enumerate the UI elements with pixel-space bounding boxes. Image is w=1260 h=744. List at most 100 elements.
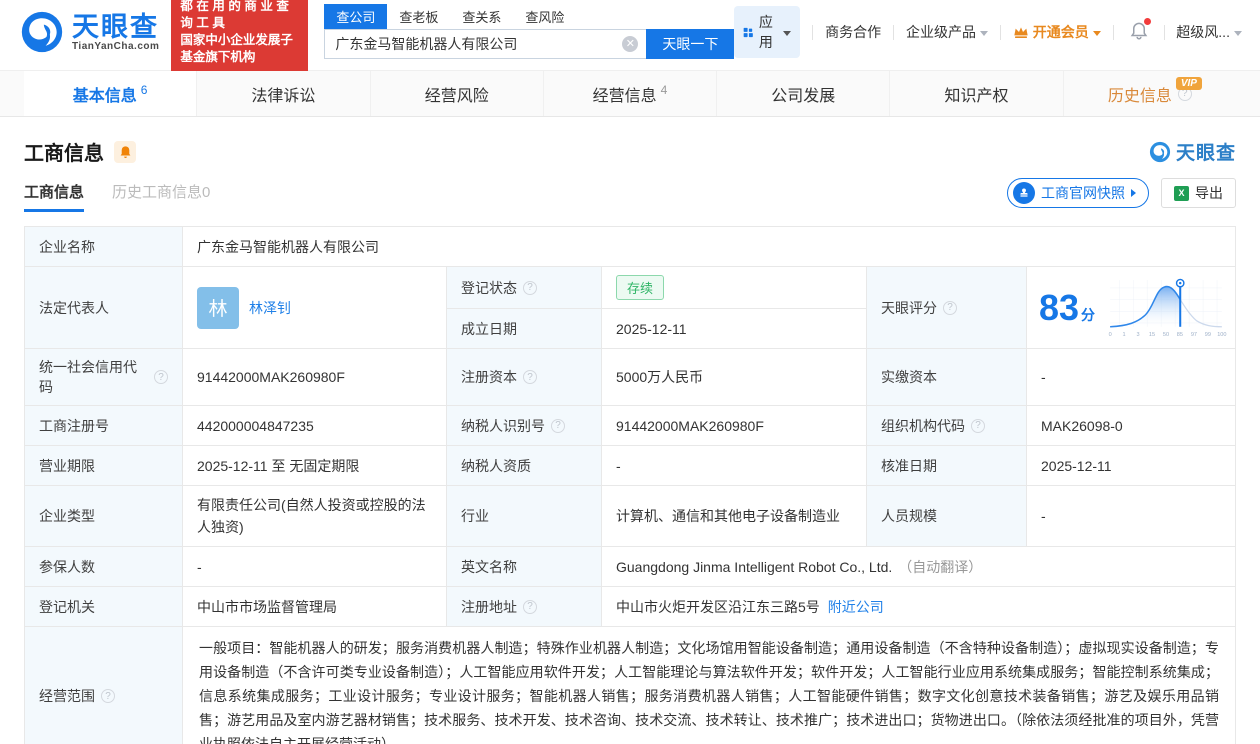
promo-line2: 国家中小企业发展子基金旗下机构 xyxy=(180,33,293,64)
help-icon[interactable]: ? xyxy=(101,689,115,703)
tab-history-info[interactable]: VIP 历史信息 ? xyxy=(1064,71,1236,116)
score-distribution-chart: 0 1 3 15 50 85 97 99 100 xyxy=(1109,278,1227,337)
score-cell: 83 分 0 1 3 15 50 85 97 99 100 xyxy=(1027,267,1235,348)
table-row: 登记机关 中山市市场监督管理局 注册地址? 中山市火炬开发区沿江东三路5号 附近… xyxy=(25,587,1235,627)
help-icon[interactable]: ? xyxy=(971,418,985,433)
label-text: 登记状态 xyxy=(461,279,517,296)
cooperation-label: 商务合作 xyxy=(825,24,882,40)
tab-label: 经营风险 xyxy=(424,87,489,105)
clear-search-icon[interactable]: ✕ xyxy=(622,35,639,52)
reg-authority-label: 登记机关 xyxy=(25,587,183,626)
tab-operating-info[interactable]: 经营信息 4 xyxy=(544,71,718,116)
header-right-nav: 应用 商务合作 企业级产品 开通会员 超级风... xyxy=(734,6,1242,58)
avatar[interactable]: 林 xyxy=(197,286,239,329)
promo-line1: 都在用的商业查询工具 xyxy=(180,0,293,30)
apps-menu[interactable]: 应用 xyxy=(734,6,801,58)
taxpayer-id-label: 纳税人识别号? xyxy=(447,406,602,445)
address-value: 中山市火炬开发区沿江东三路5号 附近公司 xyxy=(602,587,1235,626)
legal-rep-label: 法定代表人 xyxy=(25,267,183,348)
tab-basic-info[interactable]: 基本信息 6 xyxy=(24,71,198,116)
vip-badge: VIP xyxy=(1175,77,1202,90)
english-name-value: Guangdong Jinma Intelligent Robot Co., L… xyxy=(602,547,1235,586)
business-scope-label: 经营范围? xyxy=(25,627,183,744)
business-info-table: 企业名称 广东金马智能机器人有限公司 法定代表人 林 林泽钊 登记状态? 存续 xyxy=(24,226,1236,744)
export-button[interactable]: X 导出 xyxy=(1161,178,1236,208)
paid-capital-value: - xyxy=(1041,369,1046,385)
tab-label: 经营信息 xyxy=(592,87,657,105)
section-title: 工商信息 xyxy=(24,143,104,165)
reg-capital-value: 5000万人民币 xyxy=(602,349,867,405)
english-name-label: 英文名称 xyxy=(447,547,602,586)
subtab-business-info[interactable]: 工商信息 xyxy=(24,181,85,212)
search-tab-risk[interactable]: 查风险 xyxy=(513,4,576,29)
subscribe-bell-icon[interactable] xyxy=(114,140,136,163)
subtab-count: 0 xyxy=(202,183,211,201)
business-scope-value: 一般项目：智能机器人的研发；服务消费机器人制造；特殊作业机器人制造；文化场馆用智… xyxy=(199,640,1219,744)
search-tab-company[interactable]: 查公司 xyxy=(324,3,388,29)
tab-legal-proceedings[interactable]: 法律诉讼 xyxy=(197,71,371,116)
chevron-down-icon xyxy=(1092,30,1101,36)
nav-cooperation[interactable]: 商务合作 xyxy=(825,22,881,42)
search-tab-relation[interactable]: 查关系 xyxy=(450,4,513,29)
svg-text:1: 1 xyxy=(1122,331,1125,337)
svg-text:50: 50 xyxy=(1163,331,1169,337)
table-row: 企业名称 广东金马智能机器人有限公司 xyxy=(25,227,1235,267)
table-row: 企业类型 有限责任公司(自然人投资或控股的法人独资) 行业 计算机、通信和其他电… xyxy=(25,486,1235,547)
legal-rep-link[interactable]: 林泽钊 xyxy=(249,298,291,318)
table-row: 工商注册号 442000004847235 纳税人识别号? 91442000MA… xyxy=(25,406,1235,446)
tab-intellectual-property[interactable]: 知识产权 xyxy=(890,71,1064,116)
help-icon[interactable]: ? xyxy=(551,418,565,433)
nav-open-membership[interactable]: 开通会员 xyxy=(1013,22,1101,42)
table-row: 法定代表人 林 林泽钊 登记状态? 存续 成立日期 2025-12-11 天眼评… xyxy=(25,267,1235,349)
credit-code-label: 统一社会信用代码? xyxy=(25,349,183,405)
credit-code-value: 91442000MAK260980F xyxy=(183,349,447,405)
label-text: 注册资本 xyxy=(461,369,517,385)
label-text: 纳税人识别号 xyxy=(461,417,545,434)
help-icon[interactable]: ? xyxy=(523,599,537,614)
tianyancha-logo[interactable]: 天眼查 TianYanCha.com xyxy=(20,10,159,54)
org-code-value: MAK26098-0 xyxy=(1041,417,1123,434)
industry-value: 计算机、通信和其他电子设备制造业 xyxy=(602,486,867,546)
chevron-down-icon xyxy=(1233,30,1242,36)
help-icon[interactable]: ? xyxy=(943,300,957,315)
label-text: 经营范围 xyxy=(39,688,95,704)
search-area: 查公司 查老板 查关系 查风险 ✕ 天眼一下 xyxy=(324,3,735,59)
auto-translate-note: （自动翻译） xyxy=(898,558,983,575)
est-date-label: 成立日期 xyxy=(447,309,602,348)
subtab-history-business-info[interactable]: 历史工商信息0 xyxy=(112,181,210,212)
search-tab-boss[interactable]: 查老板 xyxy=(387,4,450,29)
svg-text:15: 15 xyxy=(1149,331,1155,337)
table-row: 经营范围? 一般项目：智能机器人的研发；服务消费机器人制造；特殊作业机器人制造；… xyxy=(25,627,1235,744)
svg-text:99: 99 xyxy=(1205,331,1211,337)
company-type-value: 有限责任公司(自然人投资或控股的法人独资) xyxy=(183,486,447,546)
nearby-companies-link[interactable]: 附近公司 xyxy=(828,597,884,617)
divider xyxy=(999,24,1001,40)
help-icon[interactable]: ? xyxy=(523,370,537,384)
search-input[interactable] xyxy=(325,35,606,52)
score-value: 83 分 xyxy=(1039,286,1096,328)
industry-label: 行业 xyxy=(447,486,602,546)
tab-company-development[interactable]: 公司发展 xyxy=(717,71,891,116)
arrow-right-icon xyxy=(1131,189,1136,197)
main-content: 工商信息 天眼查 工商信息 历史工商信息0 工商官网快照 X 导出 企业名称 广… xyxy=(0,117,1260,744)
chevron-down-icon xyxy=(783,30,792,36)
promo-banner: 都在用的商业查询工具 国家中小企业发展子基金旗下机构 xyxy=(171,0,309,71)
help-icon[interactable]: ? xyxy=(154,370,168,384)
score-label: 天眼评分? xyxy=(867,267,1027,348)
nav-super-risk[interactable]: 超级风... xyxy=(1176,22,1242,42)
search-button[interactable]: 天眼一下 xyxy=(646,28,735,59)
legal-rep-cell: 林 林泽钊 xyxy=(183,267,447,348)
notification-bell-icon[interactable] xyxy=(1130,18,1151,43)
nav-enterprise-products[interactable]: 企业级产品 xyxy=(906,22,988,42)
help-icon[interactable]: ? xyxy=(523,280,537,295)
official-snapshot-button[interactable]: 工商官网快照 xyxy=(1007,178,1149,208)
super-risk-label: 超级风... xyxy=(1176,24,1230,40)
tab-operating-risk[interactable]: 经营风险 xyxy=(371,71,544,116)
enterprise-label: 企业级产品 xyxy=(905,24,976,40)
table-row: 统一社会信用代码? 91442000MAK260980F 注册资本? 5000万… xyxy=(25,349,1235,406)
divider xyxy=(812,24,814,40)
label-text: 注册地址 xyxy=(461,598,517,615)
brand-name: 天眼查 xyxy=(72,11,159,42)
svg-text:100: 100 xyxy=(1217,331,1226,337)
excel-icon: X xyxy=(1174,185,1189,201)
